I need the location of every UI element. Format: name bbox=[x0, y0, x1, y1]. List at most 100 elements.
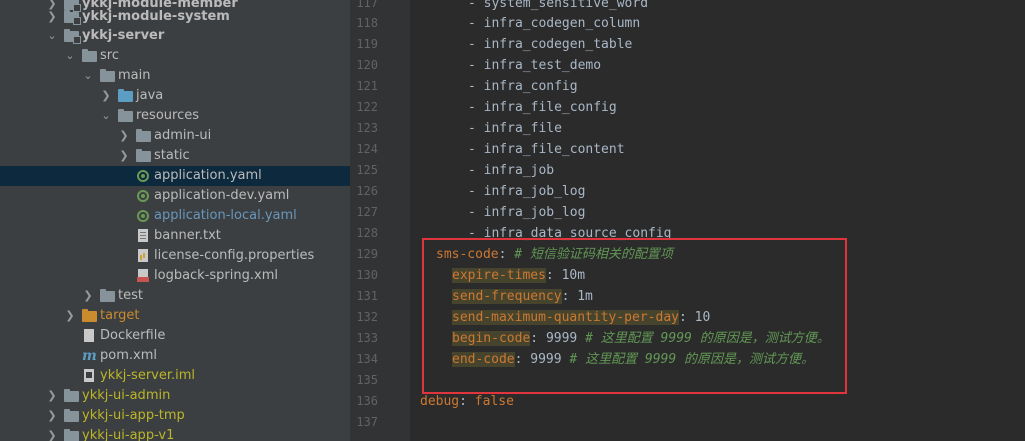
tree-item-logback-spring-xml[interactable]: logback-spring.xml bbox=[0, 266, 350, 286]
code-line-debug: debug: false bbox=[420, 394, 514, 409]
tree-item-label: resources bbox=[136, 108, 200, 123]
tree-item-label: banner.txt bbox=[154, 228, 221, 243]
tree-item-target[interactable]: ❯ target bbox=[0, 306, 350, 326]
line-number: 119 bbox=[356, 37, 378, 51]
xml-file-icon bbox=[136, 269, 152, 283]
tree-item-ykkj-server[interactable]: ⌄ ykkj-server bbox=[0, 26, 350, 46]
tree-item-admin-ui[interactable]: ❯ admin-ui bbox=[0, 126, 350, 146]
tree-item-label: logback-spring.xml bbox=[154, 268, 278, 283]
folder-icon bbox=[100, 289, 116, 303]
code-line: - infra_config bbox=[468, 79, 578, 94]
tree-item-label: java bbox=[136, 88, 164, 103]
tree-item-label: application.yaml bbox=[154, 168, 262, 183]
chevron-right-icon[interactable]: ❯ bbox=[46, 386, 58, 406]
line-number: 127 bbox=[356, 205, 378, 219]
tree-item-dockerfile[interactable]: Dockerfile bbox=[0, 326, 350, 346]
module-folder-icon bbox=[64, 29, 81, 44]
code-line: - infra_file_config bbox=[468, 100, 617, 115]
line-number: 133 bbox=[356, 331, 378, 345]
tree-item-test[interactable]: ❯ test bbox=[0, 286, 350, 306]
tree-item-application-local-yaml[interactable]: application-local.yaml bbox=[0, 206, 350, 226]
tree-item-label: target bbox=[100, 308, 140, 323]
chevron-down-icon[interactable]: ⌄ bbox=[64, 46, 76, 66]
code-line: - infra_job_log bbox=[468, 205, 586, 220]
tree-item-license-config-properties[interactable]: license-config.properties bbox=[0, 246, 350, 266]
tree-item-ykkj-ui-app-tmp[interactable]: ❯ ykkj-ui-app-tmp bbox=[0, 406, 350, 426]
chevron-right-icon[interactable]: ❯ bbox=[46, 426, 58, 441]
chevron-right-icon[interactable]: ❯ bbox=[46, 406, 58, 426]
code-line: - infra_job_log bbox=[468, 184, 586, 199]
tree-item-ykkj-ui-admin[interactable]: ❯ ykkj-ui-admin bbox=[0, 386, 350, 406]
tree-item-label: src bbox=[100, 48, 119, 63]
line-number: 129 bbox=[356, 247, 378, 261]
chevron-right-icon[interactable]: ❯ bbox=[46, 7, 58, 27]
code-line: - infra_codegen_column bbox=[468, 16, 641, 31]
tree-item-java[interactable]: ❯ java bbox=[0, 86, 350, 106]
tree-item-main[interactable]: ⌄ main bbox=[0, 66, 350, 86]
source-folder-icon bbox=[118, 89, 134, 103]
line-number: 126 bbox=[356, 184, 378, 198]
chevron-right-icon[interactable]: ❯ bbox=[118, 146, 130, 166]
folder-icon bbox=[64, 429, 80, 441]
excluded-folder-icon bbox=[82, 309, 98, 323]
line-number: 118 bbox=[356, 16, 378, 30]
chevron-down-icon[interactable]: ⌄ bbox=[82, 66, 94, 86]
line-number: 120 bbox=[356, 58, 378, 72]
folder-icon bbox=[64, 389, 80, 403]
tree-item-resources[interactable]: ⌄ resources bbox=[0, 106, 350, 126]
code-line: - infra_job bbox=[468, 163, 555, 178]
tree-item-application-dev-yaml[interactable]: application-dev.yaml bbox=[0, 186, 350, 206]
chevron-right-icon[interactable]: ❯ bbox=[100, 86, 112, 106]
highlight-annotation-box bbox=[422, 238, 847, 394]
tree-item-label: license-config.properties bbox=[154, 248, 315, 263]
line-number: 130 bbox=[356, 268, 378, 282]
chevron-down-icon[interactable]: ⌄ bbox=[46, 26, 58, 46]
tree-item-ykkj-module-system[interactable]: ❯ ykkj-module-system bbox=[0, 7, 350, 27]
tree-item-ykkj-ui-app-v1[interactable]: ❯ ykkj-ui-app-v1 bbox=[0, 426, 350, 441]
module-folder-icon bbox=[64, 10, 81, 25]
resources-folder-icon bbox=[118, 109, 134, 123]
tree-item-label: ykkj-server bbox=[82, 28, 165, 43]
tree-item-label: ykkj-module-system bbox=[82, 9, 230, 24]
code-line: - infra_test_demo bbox=[468, 58, 602, 73]
tree-item-src[interactable]: ⌄ src bbox=[0, 46, 350, 66]
line-number: 117 bbox=[356, 0, 378, 10]
line-number: 132 bbox=[356, 310, 378, 324]
ide-window: ❯ ykkj-module-member ❯ ykkj-module-syste… bbox=[0, 0, 1025, 441]
line-number: 121 bbox=[356, 79, 378, 93]
tree-item-label: test bbox=[118, 288, 143, 303]
tree-item-label: admin-ui bbox=[154, 128, 212, 143]
tree-item-application-yaml[interactable]: application.yaml bbox=[0, 166, 350, 186]
line-number: 128 bbox=[356, 226, 378, 240]
line-number: 136 bbox=[356, 394, 378, 408]
code-line: - infra_file_content bbox=[468, 142, 625, 157]
chevron-right-icon[interactable]: ❯ bbox=[82, 286, 94, 306]
tree-item-label: pom.xml bbox=[100, 348, 157, 363]
tree-item-ykkj-server-iml[interactable]: ykkj-server.iml bbox=[0, 366, 350, 386]
chevron-down-icon[interactable]: ⌄ bbox=[100, 106, 112, 126]
code-line: - system_sensitive_word bbox=[468, 0, 649, 11]
text-file-icon bbox=[136, 229, 152, 243]
folder-icon bbox=[100, 69, 116, 83]
chevron-right-icon[interactable]: ❯ bbox=[118, 126, 130, 146]
folder-icon bbox=[136, 129, 152, 143]
folder-icon bbox=[136, 149, 152, 163]
line-number: 124 bbox=[356, 142, 378, 156]
chevron-right-icon[interactable]: ❯ bbox=[64, 306, 76, 326]
tree-item-static[interactable]: ❯ static bbox=[0, 146, 350, 166]
tree-item-label: ykkj-server.iml bbox=[100, 368, 196, 383]
yaml-file-icon bbox=[136, 169, 152, 183]
tree-item-banner-txt[interactable]: banner.txt bbox=[0, 226, 350, 246]
yaml-file-icon bbox=[136, 189, 152, 203]
tree-item-pom-xml[interactable]: m pom.xml bbox=[0, 346, 350, 366]
line-number: 122 bbox=[356, 100, 378, 114]
line-number: 123 bbox=[356, 121, 378, 135]
tree-item-label: static bbox=[154, 148, 190, 163]
tree-item-label: application-local.yaml bbox=[154, 208, 297, 223]
line-number: 131 bbox=[356, 289, 378, 303]
properties-file-icon bbox=[136, 249, 152, 263]
folder-icon bbox=[64, 409, 80, 423]
project-tree[interactable]: ❯ ykkj-module-member ❯ ykkj-module-syste… bbox=[0, 0, 350, 441]
tree-item-label: application-dev.yaml bbox=[154, 188, 290, 203]
tree-item-label: ykkj-ui-admin bbox=[82, 388, 171, 403]
